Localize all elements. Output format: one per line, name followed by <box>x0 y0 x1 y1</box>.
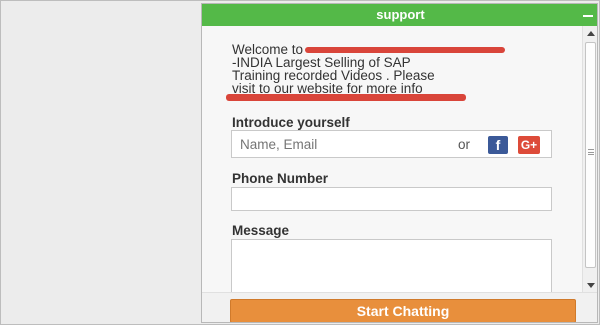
phone-label: Phone Number <box>232 171 329 186</box>
name-email-input[interactable] <box>240 137 440 152</box>
chat-footer: Start Chatting <box>202 292 597 322</box>
scroll-thumb[interactable] <box>585 42 596 268</box>
chat-body: Welcome to -INDIA Largest Selling of SAP… <box>202 26 582 292</box>
google-plus-icon[interactable]: G+ <box>518 136 540 154</box>
intro-label: Introduce yourself <box>232 115 350 130</box>
phone-field[interactable] <box>231 187 552 211</box>
or-text: or <box>458 137 471 152</box>
start-chatting-button[interactable]: Start Chatting <box>230 299 576 322</box>
vertical-scrollbar[interactable] <box>582 26 597 292</box>
chat-title: support <box>376 7 425 22</box>
grip-icon <box>588 149 594 155</box>
redaction-bar <box>226 94 466 101</box>
scroll-down-arrow-icon[interactable] <box>587 283 595 288</box>
chat-widget: support Welcome to -INDIA Largest Sellin… <box>201 3 598 323</box>
minimize-icon[interactable] <box>583 9 593 17</box>
scroll-up-arrow-icon[interactable] <box>587 31 595 36</box>
intro-field: or f G+ <box>231 130 552 158</box>
message-label: Message <box>232 223 290 238</box>
welcome-message: Welcome to -INDIA Largest Selling of SAP… <box>232 43 552 95</box>
message-field[interactable] <box>231 239 552 292</box>
facebook-icon[interactable]: f <box>488 136 508 154</box>
redaction-bar <box>305 47 506 54</box>
chat-header[interactable]: support <box>202 4 597 26</box>
